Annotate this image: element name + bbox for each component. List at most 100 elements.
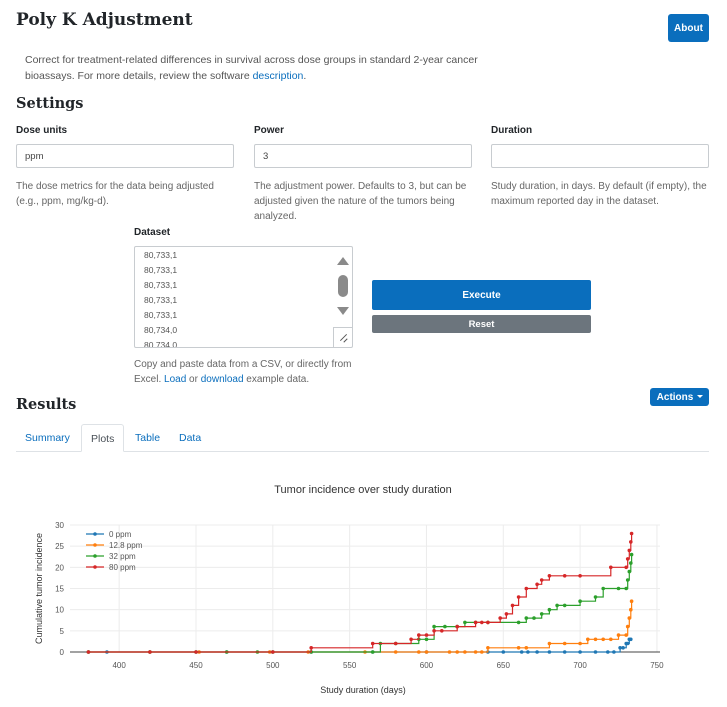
data-point (463, 620, 467, 625)
scrollbar-thumb[interactable] (338, 275, 348, 297)
tab-table[interactable]: Table (126, 424, 169, 452)
x-tick-label: 400 (112, 661, 126, 670)
data-point (532, 616, 536, 620)
data-point (539, 612, 544, 616)
legend-label: 80 ppm (109, 563, 136, 572)
data-point (424, 637, 429, 642)
power-input[interactable] (254, 144, 472, 168)
app-title: Poly K Adjustment (16, 10, 193, 30)
data-point (562, 574, 567, 578)
dataset-line: 80,734,0 (144, 340, 178, 348)
data-point (510, 603, 515, 608)
data-point (539, 578, 544, 582)
data-point (593, 637, 598, 642)
data-point (612, 650, 616, 654)
intro-text: Correct for treatment-related difference… (25, 54, 478, 82)
reset-button[interactable]: Reset (372, 315, 591, 333)
data-point (501, 650, 506, 654)
scroll-down-icon[interactable] (337, 307, 349, 315)
data-point (629, 531, 634, 536)
data-point (578, 599, 582, 603)
data-point (393, 641, 398, 646)
description-link[interactable]: description (253, 70, 304, 82)
data-point (526, 650, 530, 654)
data-point (516, 620, 521, 625)
resize-handle-icon[interactable] (333, 327, 352, 347)
data-point (432, 629, 436, 633)
duration-help: Study duration, in days. By default (if … (491, 181, 707, 207)
data-point (624, 565, 628, 570)
data-point (629, 607, 633, 612)
legend-marker (93, 554, 97, 558)
power-label: Power (254, 125, 285, 136)
tumor-incidence-chart: Tumor incidence over study duration 400 45… (34, 484, 664, 695)
data-point (562, 603, 567, 608)
data-point (370, 641, 375, 646)
dataset-line: 80,734,0 (144, 325, 178, 335)
data-point (519, 650, 524, 654)
data-point (629, 561, 633, 565)
dataset-line: 80,733,1 (144, 280, 178, 290)
legend-marker (93, 532, 97, 536)
data-point (625, 624, 630, 629)
execute-button[interactable]: Execute (372, 280, 591, 310)
data-point (578, 650, 582, 654)
dose-units-input[interactable] (16, 144, 234, 168)
data-point (625, 557, 630, 561)
scroll-up-icon[interactable] (337, 257, 349, 265)
dataset-textarea[interactable]: 80,733,1 80,733,1 80,733,1 80,733,1 80,733,1… (134, 246, 353, 348)
download-example-link[interactable]: download (201, 374, 244, 385)
dataset-content: 80,733,1 80,733,1 80,733,1 80,733,1 80,733,1… (144, 248, 178, 348)
duration-input[interactable] (491, 144, 709, 168)
caret-down-icon (697, 394, 704, 398)
data-point (616, 586, 621, 591)
legend-label: 32 ppm (109, 552, 136, 561)
tab-summary[interactable]: Summary (16, 424, 79, 452)
tab-plots[interactable]: Plots (81, 424, 125, 452)
dataset-help: Copy and paste data from a CSV, or direc… (134, 359, 352, 385)
data-point (624, 633, 628, 637)
tab-data[interactable]: Data (170, 424, 210, 452)
x-tick-label: 450 (189, 661, 203, 670)
dose-units-label: Dose units (16, 125, 68, 136)
y-axis-title: Cumulative tumor incidence (34, 533, 44, 644)
data-point (593, 595, 598, 599)
x-tick-label: 600 (420, 661, 434, 670)
data-point (440, 629, 444, 633)
data-point (609, 637, 613, 642)
data-point (86, 650, 91, 654)
data-point (601, 637, 605, 642)
chart-title: Tumor incidence over study duration (274, 484, 452, 496)
data-point (463, 650, 467, 654)
legend-label: 12.8 ppm (109, 541, 143, 550)
data-point (624, 586, 628, 591)
x-tick-label: 500 (266, 661, 280, 670)
data-point (524, 586, 529, 591)
load-example-link[interactable]: Load (164, 374, 186, 385)
data-point (601, 586, 605, 591)
series-line (88, 554, 633, 653)
data-point (625, 641, 630, 646)
data-point (629, 552, 634, 557)
data-point (473, 650, 478, 654)
legend-marker (93, 543, 97, 547)
actions-dropdown-button[interactable]: Actions (650, 388, 709, 406)
data-point (148, 650, 152, 654)
legend-label: 0 ppm (109, 530, 132, 539)
x-axis-title: Study duration (days) (320, 685, 406, 695)
data-point (593, 650, 598, 654)
duration-label: Duration (491, 125, 533, 136)
y-tick-label: 10 (55, 606, 64, 615)
x-tick-label: 700 (573, 661, 587, 670)
data-point (625, 578, 630, 582)
data-point (424, 633, 429, 637)
data-point (535, 650, 539, 654)
results-heading: Results (16, 396, 77, 413)
data-point (627, 548, 632, 553)
data-point (578, 641, 582, 646)
y-tick-label: 25 (55, 542, 64, 551)
data-point (562, 641, 567, 646)
y-tick-label: 15 (55, 585, 64, 594)
about-button[interactable]: About (668, 14, 709, 42)
data-point (486, 646, 490, 650)
